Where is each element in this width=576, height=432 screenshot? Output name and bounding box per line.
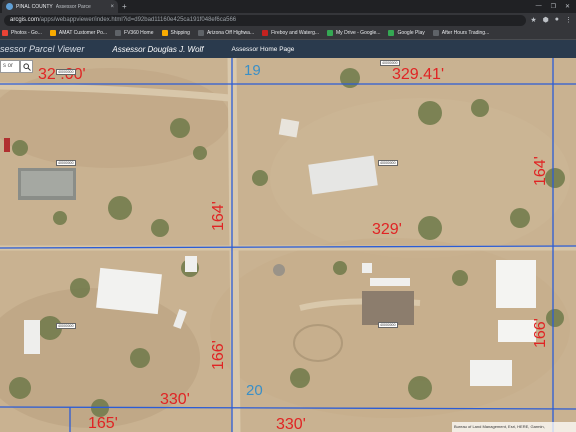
profile-icon[interactable]: ● [555,16,559,24]
bookmark-favicon-icon [115,30,122,36]
maximize-icon[interactable]: ❐ [551,3,556,10]
bookmarks-bar: Photos - Go... AMAT Customer Po... FV360 H… [0,27,576,40]
bookmark-item[interactable]: Google Play [388,30,425,36]
dimension-label-vertical-center-upper: 164' [210,201,227,231]
parcel-map[interactable]: 32 .00' 329.41' 329' 330' 165' 330' 164'… [0,58,576,432]
close-window-icon[interactable]: ✕ [565,3,570,10]
map-attribution: Bureau of Land Management, Esri, HERE, G… [452,422,576,432]
parcel-id-tag[interactable]: 40000000 [56,160,76,166]
dimension-label-vertical-right-lower: 166' [532,318,549,348]
bookmark-label: AMAT Customer Po... [58,30,108,36]
bookmark-favicon-icon [49,30,56,36]
minimize-icon[interactable]: — [536,3,542,10]
assessor-home-link[interactable]: Assessor Home Page [232,46,295,53]
bookmark-item[interactable]: My Drive - Google... [327,30,380,36]
dimension-label-bottom-left: 330' [160,391,190,408]
address-bar-icons: ★ ⬢ ● ⋮ [530,16,572,24]
bookmark-label: FV360 Home [124,30,154,36]
dimension-label-bottom-left-2: 165' [88,415,118,432]
bookmark-favicon-icon [161,30,168,36]
bookmark-item[interactable]: Photos - Go... [2,30,42,36]
extensions-icon[interactable]: ⬢ [543,16,549,24]
bookmark-item[interactable]: Fireboy and Waterg... [262,30,319,36]
bookmark-label: Arizona Off Highwa... [206,30,255,36]
bookmark-item[interactable]: After Hours Trading... [432,30,490,36]
app-header: sessor Parcel Viewer Assessor Douglas J.… [0,40,576,58]
bookmark-favicon-icon [262,30,269,36]
section-label-20: 20 [246,382,263,399]
parcel-id-tag[interactable]: 40000000 [380,60,400,66]
bookmark-item[interactable]: Shipping [161,30,190,36]
bookmark-favicon-icon [2,30,8,36]
url-host: arcgis.com [10,17,40,23]
bookmark-label: Fireboy and Waterg... [271,30,320,36]
bookmark-item[interactable]: FV360 Home [115,30,154,36]
tab-subtitle: Assessor Parce [55,3,91,10]
new-tab-button[interactable]: + [122,2,127,11]
address-bar: arcgis.com /apps/webappviewer/index.html… [0,13,576,27]
dimension-label-top-right: 329.41' [392,66,444,83]
assessor-name: Assessor Douglas J. Wolf [112,44,204,54]
search-button[interactable] [20,60,33,73]
aerial-imagery [0,58,576,432]
section-label-19: 19 [244,62,261,79]
parcel-id-tag[interactable]: 40000000 [56,69,76,75]
browser-tab-bar: PINAL COUNTY Assessor Parce × + — ❐ ✕ [0,0,576,13]
bookmark-label: Photos - Go... [11,30,42,36]
app-title: sessor Parcel Viewer [0,44,85,54]
url-field[interactable]: arcgis.com /apps/webappviewer/index.html… [4,14,527,26]
bookmark-favicon-icon [327,30,334,36]
search-input[interactable]: s or [0,60,20,73]
browser-tab[interactable]: PINAL COUNTY Assessor Parce × [2,0,118,13]
bookmark-label: My Drive - Google... [336,30,381,36]
bookmark-label: Shipping [170,30,190,36]
tab-title: PINAL COUNTY [16,3,53,10]
bookmark-favicon-icon [432,30,439,36]
parcel-id-tag[interactable]: 40000000 [378,322,398,328]
url-path: /apps/webappviewer/index.html?id=d92bad1… [39,17,237,23]
dimension-label-bottom-mid: 330' [276,416,306,432]
window-controls: — ❐ ✕ [536,3,576,10]
parcel-id-tag[interactable]: 40000000 [56,323,76,329]
dimension-label-vertical-right-upper: 164' [532,156,549,186]
tab-close-icon[interactable]: × [110,4,114,10]
bookmark-label: After Hours Trading... [441,30,490,36]
tab-favicon-icon [6,3,13,10]
bookmark-favicon-icon [197,30,204,36]
bookmark-star-icon[interactable]: ★ [530,16,536,24]
dimension-label-vertical-center-lower: 166' [210,340,227,370]
bookmark-label: Google Play [397,30,425,36]
parcel-id-tag[interactable]: 40000000 [378,160,398,166]
bookmark-item[interactable]: Arizona Off Highwa... [197,30,255,36]
menu-icon[interactable]: ⋮ [565,16,572,24]
bookmark-favicon-icon [388,30,395,36]
dimension-label-middle: 329' [372,221,402,238]
search-icon [22,62,31,71]
bookmark-item[interactable]: AMAT Customer Po... [49,30,108,36]
